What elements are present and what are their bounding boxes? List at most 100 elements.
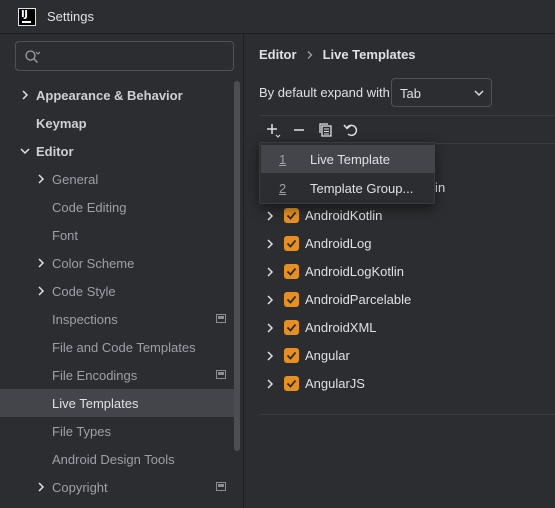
sidebar-item-label: Keymap <box>36 115 87 131</box>
main-panel: Editor Live Templates By default expand … <box>245 34 555 508</box>
template-group-checkbox[interactable] <box>284 376 299 391</box>
template-group-name: Angular <box>305 348 350 363</box>
sidebar-item-label: File Encodings <box>52 367 138 383</box>
template-group-checkbox[interactable] <box>284 320 299 335</box>
intellij-logo-icon: IJ <box>18 7 36 26</box>
remove-icon[interactable] <box>290 121 308 139</box>
sidebar-item-inspections[interactable]: Inspections <box>0 305 236 333</box>
template-group-name: AndroidParcelable <box>305 292 412 307</box>
sidebar-item-label: Live Templates <box>52 395 139 411</box>
template-group-row[interactable]: AndroidParcelable <box>259 286 555 314</box>
title-bar: IJ Settings <box>0 0 555 34</box>
checkmark-icon <box>286 267 297 276</box>
chevron-right-icon[interactable] <box>35 481 47 493</box>
sidebar-item-font[interactable]: Font <box>0 221 236 249</box>
template-group-row[interactable]: AndroidXML <box>259 314 555 342</box>
sidebar-item-label: Color Scheme <box>52 255 135 271</box>
checkmark-icon <box>286 239 297 248</box>
expand-with-select[interactable]: Tab <box>391 78 492 107</box>
sidebar-item-file-types[interactable]: File Types <box>0 417 236 445</box>
sidebar-item-label: File Types <box>52 423 112 439</box>
checkmark-icon <box>286 211 297 220</box>
popup-item-live-template[interactable]: 1 Live Template <box>261 145 435 173</box>
popup-item-mnemonic: 1 <box>279 152 287 167</box>
add-popup-menu: 1 Live Template 2 Template Group... <box>259 142 435 204</box>
template-group-checkbox[interactable] <box>284 264 299 279</box>
chevron-right-icon[interactable] <box>35 285 47 297</box>
sidebar-item-code-editing[interactable]: Code Editing <box>0 193 236 221</box>
sidebar-item-label: Copyright <box>52 479 108 495</box>
template-group-checkbox[interactable] <box>284 208 299 223</box>
sidebar-item-android-design-tools[interactable]: Android Design Tools <box>0 445 236 473</box>
search-input[interactable] <box>46 46 226 66</box>
template-group-row[interactable]: AndroidKotlin <box>259 202 555 230</box>
chevron-right-icon[interactable] <box>264 294 276 306</box>
expand-with-value: Tab <box>400 86 421 101</box>
sidebar-item-label: Editor <box>36 143 74 159</box>
chevron-right-icon[interactable] <box>35 257 47 269</box>
add-icon[interactable] <box>264 121 282 139</box>
sidebar-item-label: Inspections <box>52 311 118 327</box>
chevron-right-icon[interactable] <box>264 266 276 278</box>
popup-item-label: Template Group... <box>310 181 414 196</box>
breadcrumb-current: Live Templates <box>322 47 416 62</box>
project-scope-icon <box>216 314 226 323</box>
sidebar-item-code-style[interactable]: Code Style <box>0 277 236 305</box>
popup-item-mnemonic: 2 <box>279 181 287 196</box>
search-icon <box>25 50 40 63</box>
expand-with-label: By default expand with <box>259 85 390 100</box>
sidebar-item-live-templates[interactable]: Live Templates <box>0 389 236 417</box>
sidebar-item-label: Font <box>52 227 79 243</box>
checkmark-icon <box>286 351 297 360</box>
sidebar-item-appearance-behavior[interactable]: Appearance & Behavior <box>0 81 236 109</box>
template-group-row[interactable]: AngularJS <box>259 370 555 398</box>
settings-sidebar: Appearance & Behavior Keymap Editor General… <box>0 34 244 508</box>
sidebar-item-file-and-code-templates[interactable]: File and Code Templates <box>0 333 236 361</box>
sidebar-item-label: File and Code Templates <box>52 339 196 355</box>
template-group-checkbox[interactable] <box>284 292 299 307</box>
popup-item-label: Live Template <box>310 152 390 167</box>
templates-toolbar <box>259 116 555 144</box>
window-title: Settings <box>47 9 94 24</box>
chevron-right-icon[interactable] <box>35 173 47 185</box>
template-group-row[interactable]: AndroidLog <box>259 230 555 258</box>
breadcrumb: Editor Live Templates <box>259 47 416 62</box>
chevron-right-icon[interactable] <box>264 238 276 250</box>
popup-item-template-group[interactable]: 2 Template Group... <box>261 174 435 202</box>
template-group-name: AndroidLogKotlin <box>305 264 405 279</box>
chevron-right-icon <box>307 50 312 59</box>
copy-icon[interactable] <box>316 121 334 139</box>
template-group-checkbox[interactable] <box>284 348 299 363</box>
sidebar-item-label: Code Style <box>52 283 116 299</box>
sidebar-item-copyright[interactable]: Copyright <box>0 473 236 501</box>
sidebar-item-general[interactable]: General <box>0 165 236 193</box>
chevron-right-icon[interactable] <box>264 322 276 334</box>
template-group-row[interactable]: AndroidLogKotlin <box>259 258 555 286</box>
sidebar-item-file-encodings[interactable]: File Encodings <box>0 361 236 389</box>
sidebar-scrollbar[interactable] <box>234 81 240 451</box>
sidebar-item-label: General <box>52 171 99 187</box>
sidebar-item-editor[interactable]: Editor <box>0 137 236 165</box>
project-scope-icon <box>216 370 226 379</box>
chevron-right-icon[interactable] <box>264 350 276 362</box>
template-group-row[interactable]: Angular <box>259 342 555 370</box>
sidebar-item-label: Android Design Tools <box>52 451 175 467</box>
search-box[interactable] <box>15 41 234 71</box>
template-group-name: AndroidLog <box>305 236 372 251</box>
sidebar-item-label: Code Editing <box>52 199 127 215</box>
chevron-right-icon[interactable] <box>264 378 276 390</box>
checkmark-icon <box>286 323 297 332</box>
sidebar-item-color-scheme[interactable]: Color Scheme <box>0 249 236 277</box>
sidebar-item-keymap[interactable]: Keymap <box>0 109 236 137</box>
checkmark-icon <box>286 379 297 388</box>
template-group-name: AndroidXML <box>305 320 377 335</box>
template-group-checkbox[interactable] <box>284 236 299 251</box>
sidebar-item-label: Appearance & Behavior <box>36 87 183 103</box>
chevron-right-icon[interactable] <box>19 89 31 101</box>
project-scope-icon <box>216 482 226 491</box>
chevron-right-icon[interactable] <box>264 210 276 222</box>
chevron-down-icon <box>474 90 484 96</box>
chevron-down-icon[interactable] <box>19 145 31 157</box>
restore-icon[interactable] <box>342 121 360 139</box>
breadcrumb-parent[interactable]: Editor <box>259 47 297 62</box>
